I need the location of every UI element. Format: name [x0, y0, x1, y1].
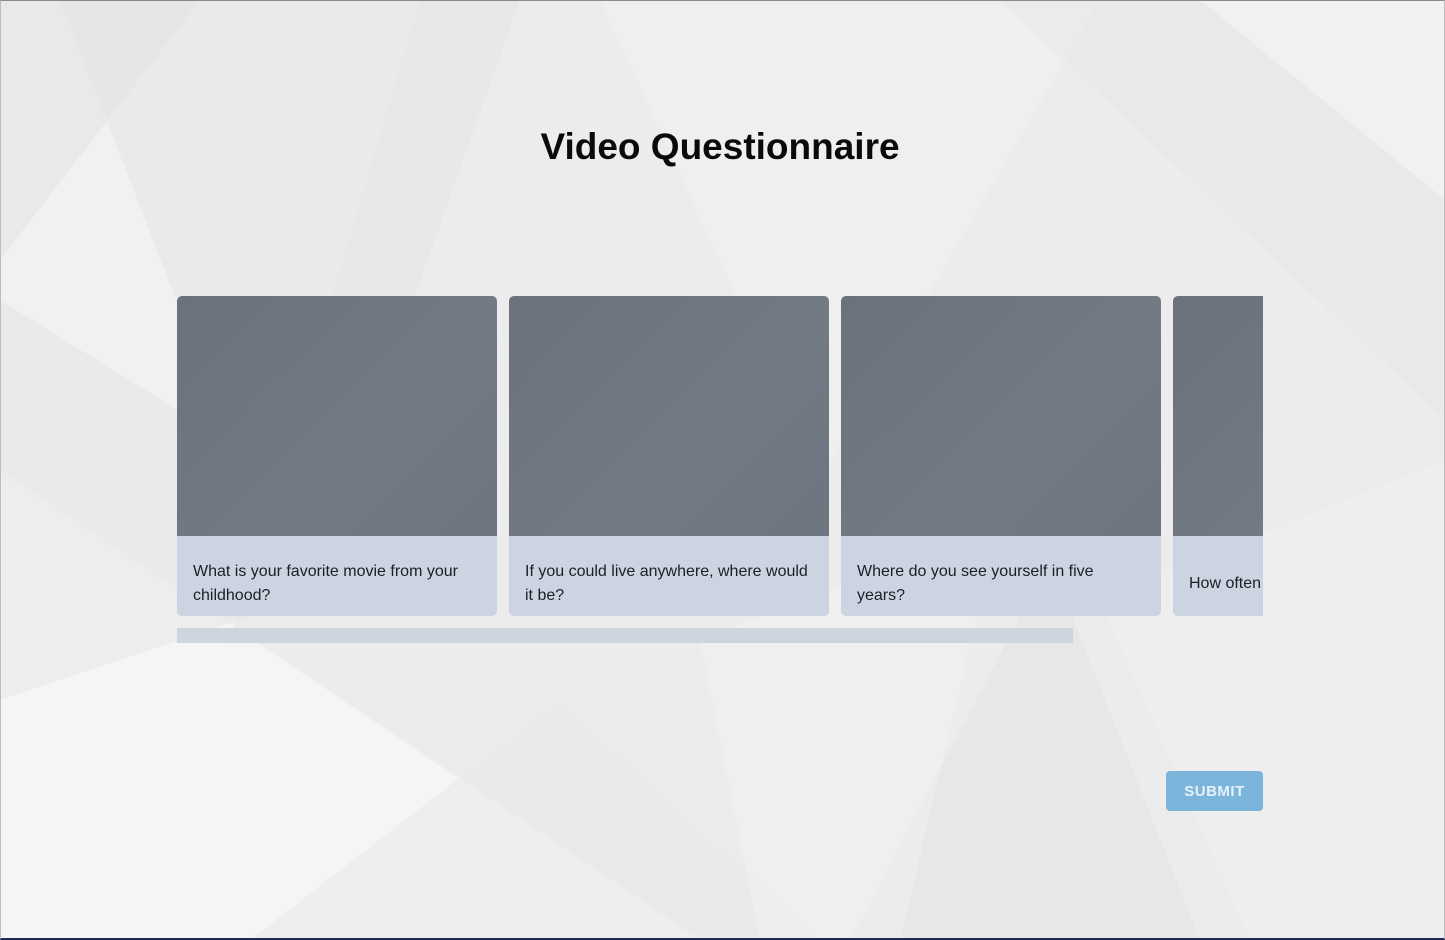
question-card[interactable]: How often	[1173, 296, 1263, 616]
question-text: If you could live anywhere, where would …	[509, 536, 829, 616]
submit-button[interactable]: SUBMIT	[1166, 771, 1263, 811]
question-card[interactable]: What is your favorite movie from your ch…	[177, 296, 497, 616]
video-placeholder[interactable]	[1173, 296, 1263, 536]
question-text: How often	[1173, 536, 1263, 616]
video-placeholder[interactable]	[841, 296, 1161, 536]
question-text: Where do you see yourself in five years?	[841, 536, 1161, 616]
question-card[interactable]: If you could live anywhere, where would …	[509, 296, 829, 616]
page-title: Video Questionnaire	[540, 126, 900, 167]
question-carousel[interactable]: What is your favorite movie from your ch…	[177, 296, 1263, 616]
carousel-scrollbar[interactable]	[177, 628, 1073, 643]
carousel-track: What is your favorite movie from your ch…	[177, 296, 1263, 616]
video-placeholder[interactable]	[177, 296, 497, 536]
question-card[interactable]: Where do you see yourself in five years?	[841, 296, 1161, 616]
question-text: What is your favorite movie from your ch…	[177, 536, 497, 616]
video-placeholder[interactable]	[509, 296, 829, 536]
